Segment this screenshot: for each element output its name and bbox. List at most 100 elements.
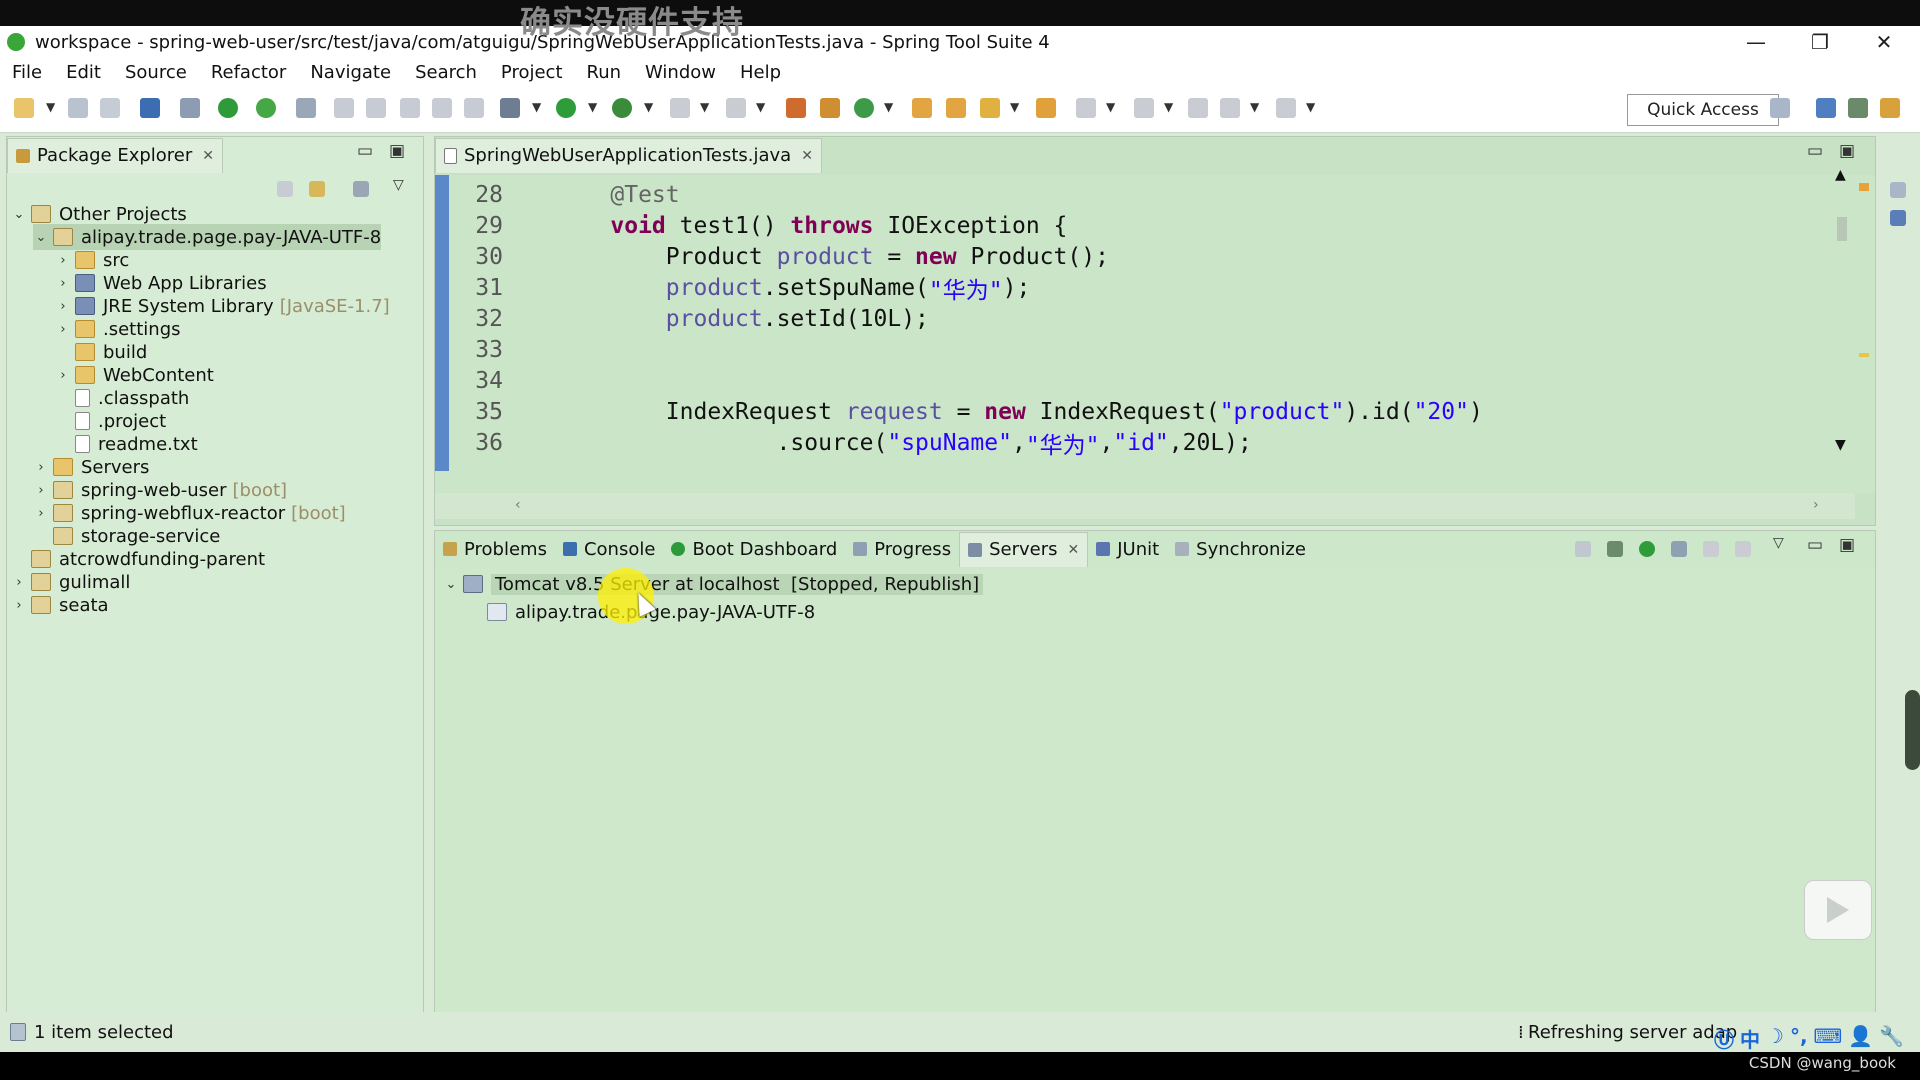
ime-punct-icon[interactable]: °, <box>1790 1024 1808 1053</box>
close-icon[interactable]: ✕ <box>1067 542 1079 558</box>
menu-refactor[interactable]: Refactor <box>199 62 299 83</box>
server-row[interactable]: ⌄ Tomcat v8.5 Server at localhost [Stopp… <box>443 571 984 597</box>
restore-button[interactable]: ❐ <box>1790 26 1850 58</box>
restore-view-icon[interactable] <box>1890 182 1906 198</box>
tab-progress[interactable]: Progress <box>845 532 959 566</box>
last-edit-icon[interactable] <box>1188 98 1208 118</box>
debug-server-icon[interactable] <box>1607 541 1623 557</box>
collapse-all-icon[interactable] <box>277 181 293 197</box>
chevron-right-icon[interactable]: › <box>33 460 49 475</box>
scroll-right-icon[interactable]: › <box>1813 497 1819 513</box>
stop-server-icon[interactable] <box>1703 541 1719 557</box>
scroll-down-icon[interactable]: ▼ <box>1835 437 1846 453</box>
tab-springwebuserapplicationtests[interactable]: SpringWebUserApplicationTests.java ✕ <box>435 137 822 173</box>
forward-icon[interactable] <box>1276 98 1296 118</box>
maximize-view-icon[interactable]: ▣ <box>389 141 405 161</box>
ime-user-icon[interactable]: 👤 <box>1848 1024 1873 1053</box>
deploy-icon[interactable] <box>726 98 746 118</box>
next-annotation-icon[interactable] <box>1076 98 1096 118</box>
close-button[interactable]: ✕ <box>1854 26 1914 58</box>
quick-access-field[interactable]: Quick Access <box>1627 94 1779 126</box>
chevron-right-icon[interactable]: › <box>55 322 71 337</box>
minimize-editor-icon[interactable]: ▭ <box>1807 141 1823 161</box>
close-icon[interactable]: ✕ <box>202 148 214 164</box>
chevron-down-icon[interactable]: ⌄ <box>443 577 459 592</box>
chevron-right-icon[interactable]: › <box>55 368 71 383</box>
spring-relaunch-icon[interactable] <box>256 98 276 118</box>
external-dropdown-icon[interactable]: ▼ <box>644 100 653 114</box>
vertical-scrollbar[interactable]: ▲ ▼ <box>1831 167 1853 457</box>
chevron-right-icon[interactable]: › <box>11 598 27 613</box>
run-icon[interactable] <box>556 98 576 118</box>
scroll-left-icon[interactable]: ‹ <box>515 497 521 513</box>
minimize-button[interactable]: — <box>1726 26 1786 58</box>
save-icon[interactable] <box>68 98 88 118</box>
external-scroll-handle[interactable] <box>1905 690 1920 770</box>
menu-edit[interactable]: Edit <box>54 62 113 83</box>
view-menu-icon[interactable]: ▽ <box>1773 535 1784 551</box>
ime-settings-icon[interactable]: 🔧 <box>1879 1024 1904 1053</box>
forward-dropdown-icon[interactable]: ▼ <box>1306 100 1315 114</box>
open-type-icon[interactable] <box>912 98 932 118</box>
skip-breakpoints-icon[interactable] <box>180 98 200 118</box>
ime-logo-icon[interactable]: Ⓤ <box>1714 1024 1734 1053</box>
chevron-right-icon[interactable]: › <box>55 276 71 291</box>
chevron-down-icon[interactable]: ⌄ <box>33 230 49 245</box>
collapse-icon[interactable] <box>1575 541 1591 557</box>
back-icon[interactable] <box>1220 98 1240 118</box>
open-task-icon[interactable] <box>1036 98 1056 118</box>
maximize-editor-icon[interactable]: ▣ <box>1839 141 1855 161</box>
next-dropdown-icon[interactable]: ▼ <box>1106 100 1115 114</box>
chevron-down-icon[interactable]: ⌄ <box>11 207 27 222</box>
menu-source[interactable]: Source <box>113 62 199 83</box>
menu-file[interactable]: File <box>0 62 54 83</box>
pilcrow-icon[interactable] <box>464 98 484 118</box>
block-icon[interactable] <box>432 98 452 118</box>
menu-search[interactable]: Search <box>403 62 489 83</box>
tab-servers[interactable]: Servers ✕ <box>959 531 1089 567</box>
minimize-view-icon[interactable]: ▭ <box>357 141 373 161</box>
chevron-right-icon[interactable]: › <box>55 253 71 268</box>
toggle-icon[interactable] <box>400 98 420 118</box>
terminal-icon[interactable] <box>140 98 160 118</box>
new-java-project-icon[interactable] <box>786 98 806 118</box>
view-menu-icon[interactable]: ▽ <box>393 177 404 193</box>
menu-help[interactable]: Help <box>728 62 793 83</box>
start-server-icon[interactable] <box>1639 541 1655 557</box>
scroll-thumb[interactable] <box>1837 217 1847 241</box>
search-dropdown-icon[interactable]: ▼ <box>1010 100 1019 114</box>
tab-console[interactable]: Console <box>555 532 663 566</box>
java-perspective-icon[interactable] <box>1816 98 1836 118</box>
focus-icon[interactable] <box>353 181 369 197</box>
tree-item[interactable]: › seata <box>11 592 108 618</box>
chevron-right-icon[interactable]: › <box>33 483 49 498</box>
previous-annotation-icon[interactable] <box>1134 98 1154 118</box>
tab-synchronize[interactable]: Synchronize <box>1167 532 1314 566</box>
profile-server-icon[interactable] <box>1671 541 1687 557</box>
debug-dropdown-icon[interactable]: ▼ <box>532 100 541 114</box>
scroll-up-icon[interactable]: ▲ <box>1835 167 1846 183</box>
open-perspective-icon[interactable] <box>1770 98 1790 118</box>
chevron-right-icon[interactable]: › <box>33 506 49 521</box>
new-dropdown-icon[interactable]: ▼ <box>46 100 55 114</box>
minimize-view-icon[interactable]: ▭ <box>1807 535 1823 555</box>
new-class-icon[interactable] <box>854 98 874 118</box>
open-resource-icon[interactable] <box>946 98 966 118</box>
class-dropdown-icon[interactable]: ▼ <box>884 100 893 114</box>
menu-project[interactable]: Project <box>489 62 575 83</box>
video-play-button[interactable] <box>1804 880 1872 940</box>
publish-icon[interactable] <box>1735 541 1751 557</box>
stop-dropdown-icon[interactable]: ▼ <box>700 100 709 114</box>
ime-moon-icon[interactable]: ☽ <box>1766 1024 1784 1053</box>
close-icon[interactable]: ✕ <box>801 148 813 164</box>
link-with-editor-icon[interactable] <box>309 181 325 197</box>
search-tool-icon[interactable] <box>980 98 1000 118</box>
chevron-right-icon[interactable]: › <box>11 575 27 590</box>
tab-junit[interactable]: JUnit <box>1088 532 1167 566</box>
annotation-icon[interactable] <box>296 98 316 118</box>
ime-chinese[interactable]: 中 <box>1740 1024 1760 1053</box>
horizontal-scrollbar[interactable]: ‹ › <box>435 493 1855 519</box>
mark-icon[interactable] <box>366 98 386 118</box>
ime-keyboard-icon[interactable]: ⌨ <box>1814 1024 1843 1053</box>
pen-icon[interactable] <box>334 98 354 118</box>
